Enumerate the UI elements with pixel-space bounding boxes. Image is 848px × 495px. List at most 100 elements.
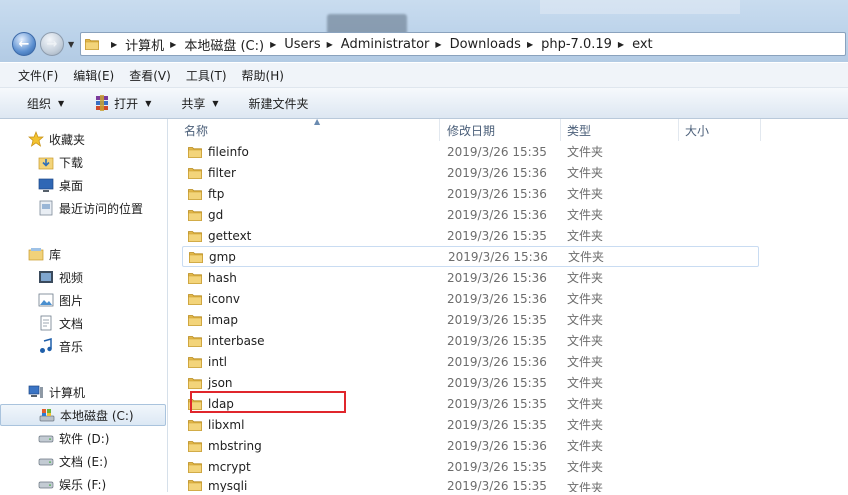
menu-file[interactable]: 文件(F) (0, 67, 64, 84)
file-row[interactable]: gettext 2019/3/26 15:35 文件夹 (182, 225, 759, 246)
breadcrumb-item[interactable]: 计算机 (125, 35, 164, 54)
nav-videos[interactable]: 视频 (38, 266, 83, 288)
nav-drive-d[interactable]: 软件 (D:) (38, 427, 109, 449)
file-row[interactable]: intl 2019/3/26 15:36 文件夹 (182, 351, 759, 372)
nav-pictures[interactable]: 图片 (38, 289, 83, 311)
nav-downloads[interactable]: 下载 (38, 151, 83, 173)
file-type: 文件夹 (567, 187, 604, 201)
back-button[interactable]: ← (12, 32, 36, 56)
file-type: 文件夹 (567, 229, 604, 243)
folder-icon (188, 188, 202, 200)
video-icon (39, 271, 53, 283)
star-icon (28, 131, 44, 147)
file-type: 文件夹 (567, 481, 604, 492)
file-row[interactable]: mcrypt 2019/3/26 15:35 文件夹 (182, 456, 759, 477)
computer-icon (28, 385, 43, 398)
nav-documents[interactable]: 文档 (38, 312, 83, 334)
column-size[interactable]: 大小 (679, 119, 761, 141)
breadcrumb-item[interactable]: Administrator (341, 37, 430, 52)
file-date: 2019/3/26 15:36 (447, 354, 547, 369)
file-date: 2019/3/26 15:35 (447, 228, 547, 243)
file-row[interactable]: ftp 2019/3/26 15:36 文件夹 (182, 183, 759, 204)
new-folder-button[interactable]: 新建文件夹 (249, 95, 309, 112)
file-row[interactable]: interbase 2019/3/26 15:35 文件夹 (182, 330, 759, 351)
folder-icon (188, 356, 202, 368)
new-folder-label: 新建文件夹 (248, 96, 309, 111)
nav-desktop[interactable]: 桌面 (38, 174, 83, 196)
file-date: 2019/3/26 15:35 (447, 479, 547, 492)
menu-view[interactable]: 查看(V) (120, 67, 177, 84)
address-input[interactable]: ▶ 计算机 ▶ 本地磁盘 (C:) ▶ Users ▶ Administrator ▶ D… (80, 32, 846, 56)
file-name: fileinfo (208, 144, 249, 159)
file-row[interactable]: libxml 2019/3/26 15:35 文件夹 (182, 414, 759, 435)
file-row[interactable]: imap 2019/3/26 15:35 文件夹 (182, 309, 759, 330)
file-date: 2019/3/26 15:36 (447, 291, 547, 306)
file-row[interactable]: iconv 2019/3/26 15:36 文件夹 (182, 288, 759, 309)
desktop-icon (38, 178, 54, 192)
nav-label: 桌面 (59, 178, 84, 193)
file-row[interactable]: filter 2019/3/26 15:36 文件夹 (182, 162, 759, 183)
file-row[interactable]: mbstring 2019/3/26 15:36 文件夹 (182, 435, 759, 456)
chevron-down-icon: ▼ (212, 98, 219, 108)
nav-recent-places[interactable]: 最近访问的位置 (38, 197, 143, 219)
breadcrumb-item[interactable]: Downloads (450, 37, 521, 52)
drive-icon (38, 435, 54, 443)
breadcrumb-separator-icon[interactable]: ▶ (618, 40, 624, 49)
file-row[interactable]: json 2019/3/26 15:35 文件夹 (182, 372, 759, 393)
column-name[interactable]: 名称 ▲ (178, 117, 440, 141)
file-type: 文件夹 (567, 313, 604, 327)
breadcrumb-separator-icon[interactable]: ▶ (435, 40, 441, 49)
breadcrumb-item[interactable]: Users (284, 37, 320, 52)
menu-edit[interactable]: 编辑(E) (64, 67, 120, 84)
open-button[interactable]: 打开 ▼ (94, 95, 151, 112)
folder-icon (188, 440, 202, 452)
column-date-modified[interactable]: 修改日期 (441, 119, 561, 141)
breadcrumb-item[interactable]: 本地磁盘 (C:) (184, 35, 264, 54)
folder-icon (188, 167, 202, 179)
documents-icon (40, 315, 52, 331)
file-row[interactable]: gd 2019/3/26 15:36 文件夹 (182, 204, 759, 225)
recent-pages-dropdown-icon[interactable]: ▼ (68, 40, 74, 49)
nav-drive-e[interactable]: 文档 (E:) (38, 450, 108, 472)
folder-icon (188, 230, 202, 242)
file-row[interactable]: hash 2019/3/26 15:36 文件夹 (182, 267, 759, 288)
menu-help[interactable]: 帮助(H) (233, 67, 290, 84)
file-type: 文件夹 (567, 145, 604, 159)
nav-libraries[interactable]: 库 (28, 243, 61, 265)
menu-tools[interactable]: 工具(T) (177, 67, 233, 84)
share-button[interactable]: 共享 ▼ (181, 95, 218, 112)
nav-drive-c[interactable]: 本地磁盘 (C:) (0, 404, 166, 426)
forward-button[interactable]: → (40, 32, 64, 56)
breadcrumb-separator-icon[interactable]: ▶ (527, 40, 533, 49)
file-row[interactable]: mysqli 2019/3/26 15:35 文件夹 (182, 477, 759, 492)
file-name: iconv (208, 291, 240, 306)
nav-music[interactable]: 音乐 (38, 335, 83, 357)
folder-icon (188, 272, 202, 284)
file-type: 文件夹 (567, 397, 604, 411)
nav-computer[interactable]: 计算机 (28, 381, 85, 403)
column-type[interactable]: 类型 (561, 119, 679, 141)
file-name: hash (208, 270, 237, 285)
file-row-hovered[interactable]: gmp 2019/3/26 15:36 文件夹 (182, 246, 759, 267)
breadcrumb-separator-icon[interactable]: ▶ (327, 40, 333, 49)
chevron-down-icon: ▼ (58, 98, 65, 108)
file-type: 文件夹 (567, 166, 604, 180)
breadcrumb-separator-icon[interactable]: ▶ (270, 40, 276, 49)
column-label: 名称 (184, 123, 209, 138)
file-name: interbase (208, 333, 265, 348)
file-name: gmp (209, 249, 236, 264)
nav-label: 本地磁盘 (C:) (60, 408, 134, 423)
nav-favorites[interactable]: 收藏夹 (28, 128, 85, 150)
organize-button[interactable]: 组织 ▼ (27, 95, 64, 112)
file-date: 2019/3/26 15:35 (447, 144, 547, 159)
nav-label: 文档 (E:) (59, 454, 108, 469)
breadcrumb-item[interactable]: php-7.0.19 (541, 37, 612, 52)
file-date: 2019/3/26 15:35 (447, 396, 547, 411)
file-row[interactable]: fileinfo 2019/3/26 15:35 文件夹 (182, 141, 759, 162)
breadcrumb-separator-icon[interactable]: ▶ (170, 40, 176, 49)
recent-places-icon (39, 200, 53, 216)
column-label: 类型 (567, 123, 592, 138)
breadcrumb-separator-icon[interactable]: ▶ (111, 40, 117, 49)
breadcrumb-item[interactable]: ext (632, 37, 653, 52)
arrow-left-icon: ← (18, 36, 30, 52)
